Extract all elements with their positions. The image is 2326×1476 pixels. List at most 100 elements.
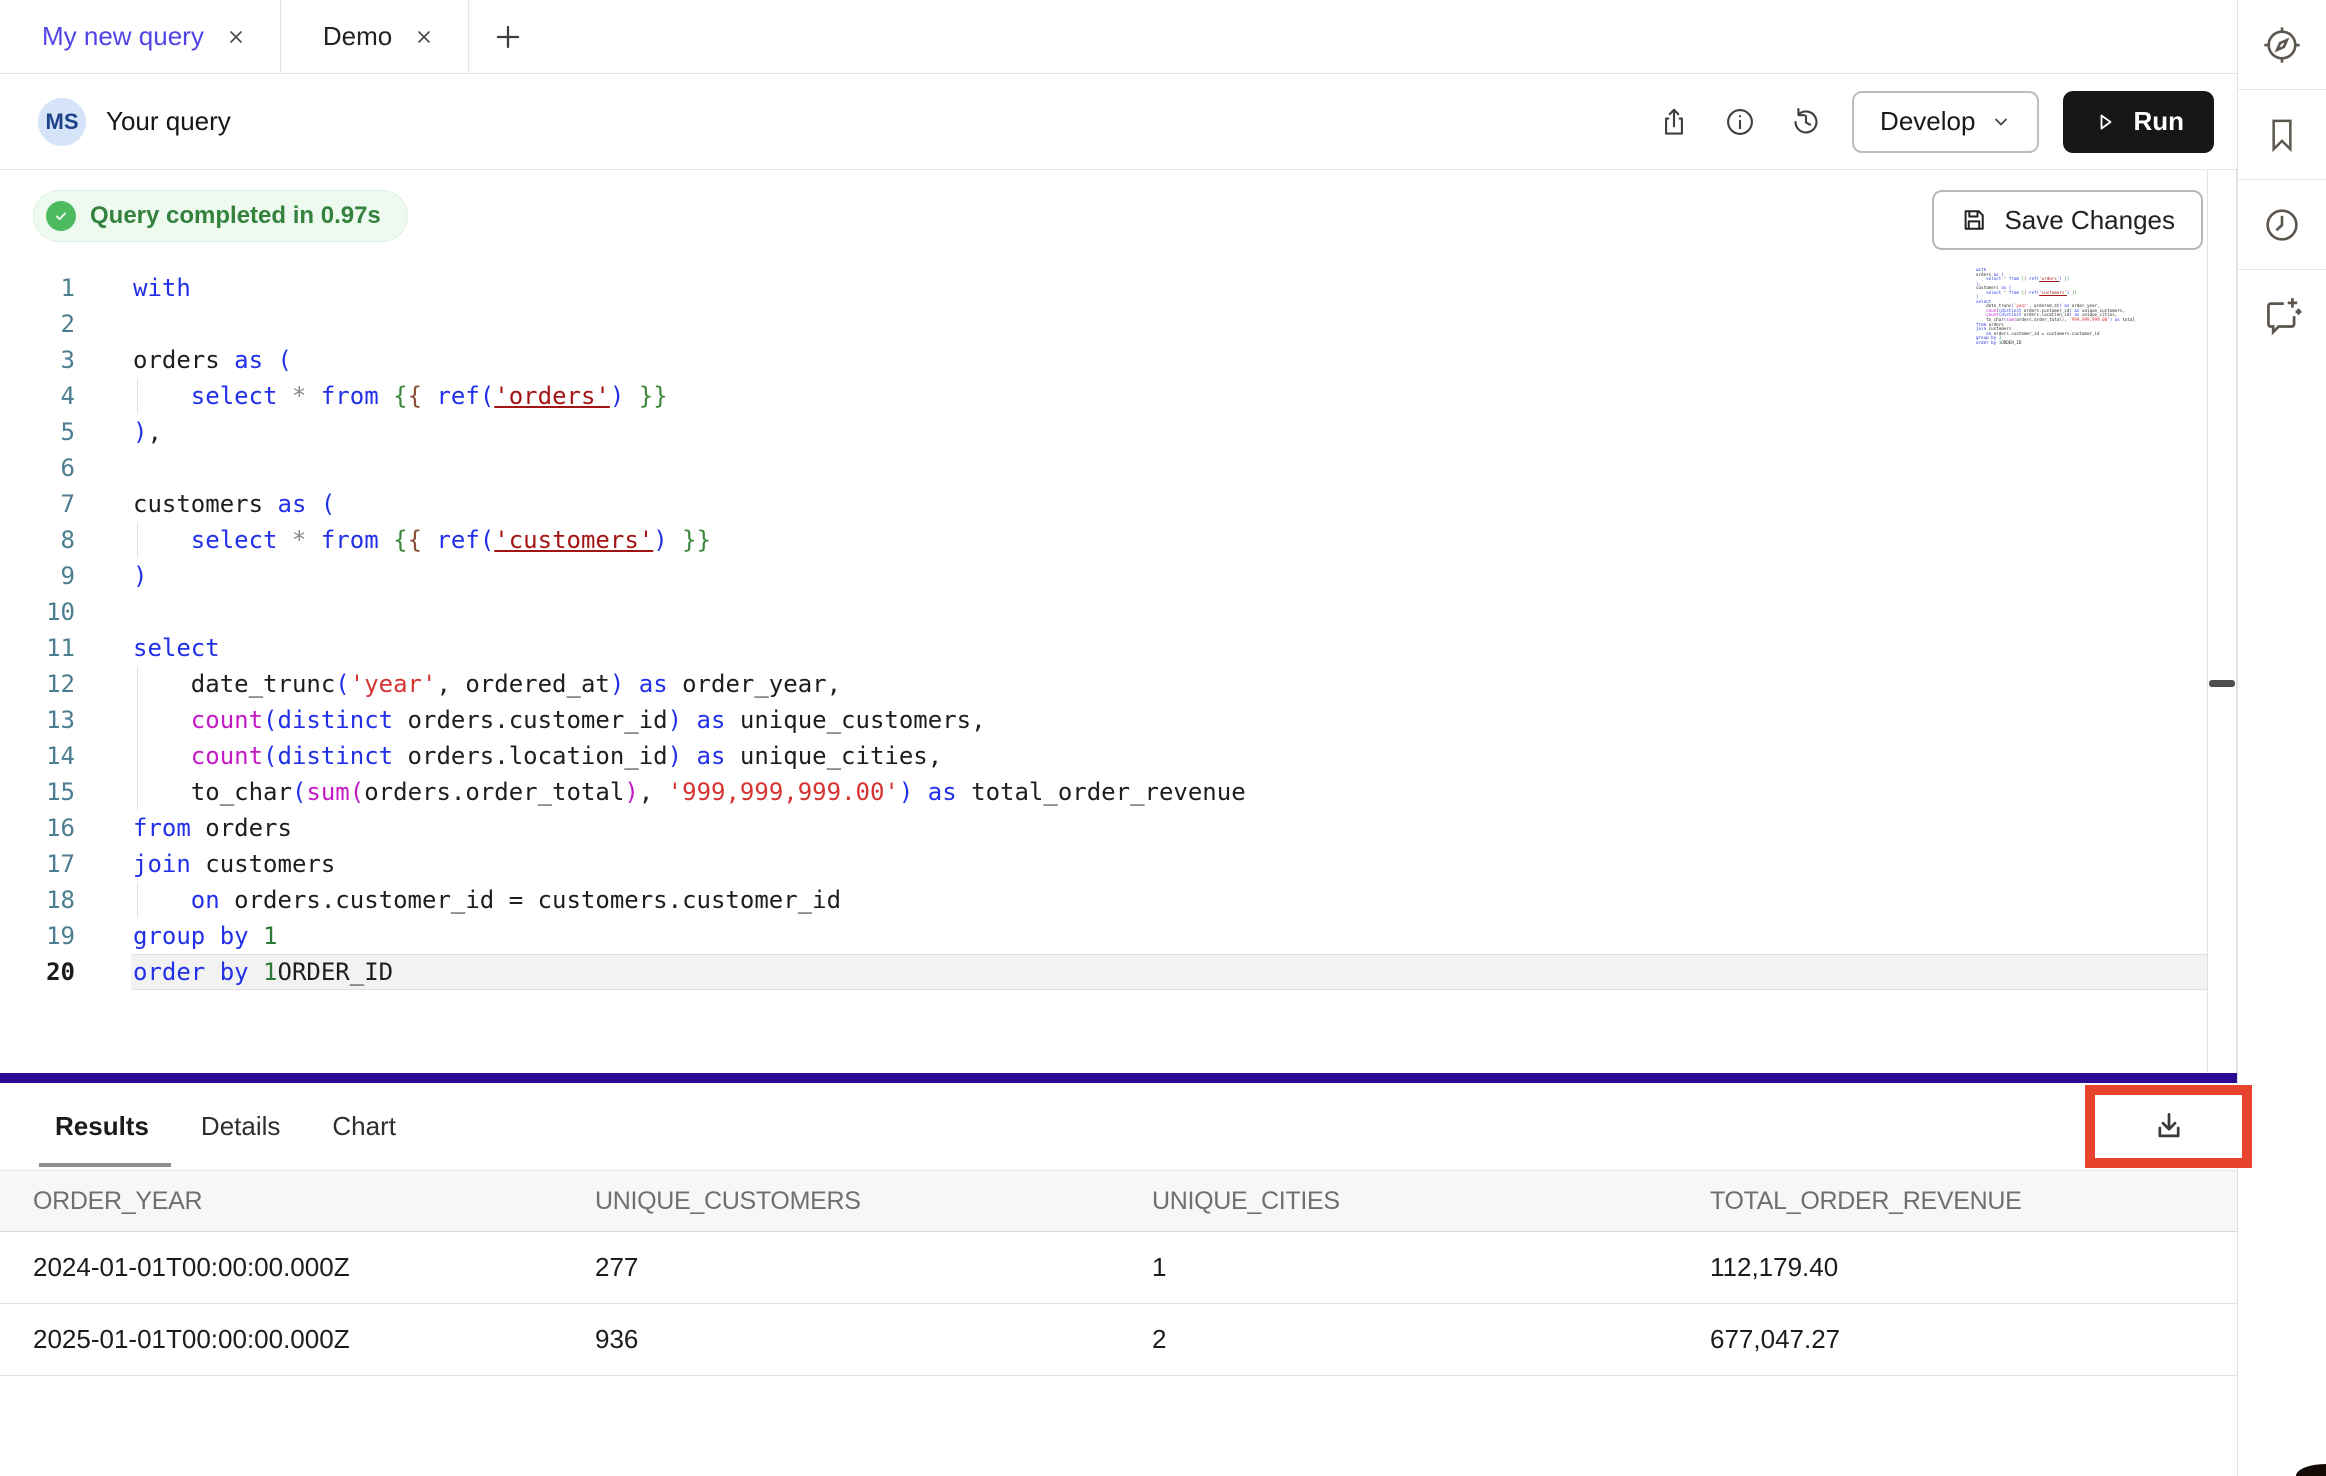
line-number: 5 [15,414,75,450]
code-line-2[interactable] [133,306,2207,342]
line-number: 7 [15,486,75,522]
indent-guide [137,738,138,774]
resize-handle[interactable] [2209,680,2235,687]
code-line-7[interactable]: customers as ( [133,486,2207,522]
code-line-11[interactable]: select [133,630,2207,666]
save-icon [1960,206,1988,234]
code-line-18[interactable]: on orders.customer_id = customers.custom… [133,882,2207,918]
download-icon [2150,1108,2188,1146]
download-results-button[interactable] [2150,1108,2188,1146]
code-line-19[interactable]: group by 1 [133,918,2207,954]
share-button[interactable] [1654,102,1694,142]
app-root: My new queryDemo MS Your query [0,0,2326,1476]
indent-guide [137,702,138,738]
ai-assistant-button[interactable] [2238,270,2326,360]
line-number: 4 [15,378,75,414]
results-tabs: Results Details Chart [0,1083,2237,1170]
code-line-6[interactable] [133,450,2207,486]
share-icon [1657,105,1691,139]
sql-editor[interactable]: Query completed in 0.97s Save Changes 12… [0,170,2207,1073]
code-line-9[interactable]: ) [133,558,2207,594]
indent-guide [137,522,138,558]
column-header: ORDER_YEAR [0,1187,562,1216]
table-cell: 677,047.27 [1677,1324,2237,1355]
query-history-button[interactable] [1786,102,1826,142]
indent-guide [137,774,138,810]
table-cell: 1 [1119,1252,1677,1283]
line-number: 18 [15,882,75,918]
results-tab-details[interactable]: Details [201,1111,280,1142]
right-sidebar [2237,0,2326,1476]
results-tab-chart[interactable]: Chart [332,1111,396,1142]
line-number: 17 [15,846,75,882]
line-number: 6 [15,450,75,486]
query-status-badge: Query completed in 0.97s [33,190,408,242]
editor-tab-demo[interactable]: Demo [281,0,469,73]
chat-sparkles-icon [2260,293,2304,337]
info-icon [1723,105,1757,139]
tab-label: My new query [42,21,204,52]
develop-label: Develop [1880,106,1975,137]
table-cell: 936 [562,1324,1119,1355]
code-line-12[interactable]: date_trunc('year', ordered_at) as order_… [133,666,2207,702]
line-number: 13 [15,702,75,738]
run-button[interactable]: Run [2063,91,2214,153]
tab-close-icon[interactable] [414,27,434,47]
compass-icon [2261,24,2303,66]
editor-tab-my-new-query[interactable]: My new query [0,0,281,73]
indent-guide [137,666,138,702]
table-cell: 112,179.40 [1677,1252,2237,1283]
table-row: 2024-01-01T00:00:00.000Z2771112,179.40 [0,1232,2237,1304]
table-cell: 2024-01-01T00:00:00.000Z [0,1252,562,1283]
line-number: 12 [15,666,75,702]
line-number: 2 [15,306,75,342]
code-line-5[interactable]: ), [133,414,2207,450]
discover-button[interactable] [2238,0,2326,90]
column-header: UNIQUE_CUSTOMERS [562,1187,1119,1216]
chevron-down-icon [1991,112,2011,132]
line-number: 11 [15,630,75,666]
line-number: 3 [15,342,75,378]
results-panel-divider[interactable] [0,1073,2237,1083]
line-number: 14 [15,738,75,774]
history-icon [1789,105,1823,139]
column-header: TOTAL_ORDER_REVENUE [1677,1187,2237,1216]
line-number: 1 [15,270,75,306]
line-number: 16 [15,810,75,846]
bookmark-icon [2262,115,2302,155]
results-panel: Results Details Chart ORDER_YEARUNIQUE_CUS… [0,1083,2237,1476]
line-number: 10 [15,594,75,630]
clock-icon [2261,204,2303,246]
play-icon [2093,110,2117,134]
line-number: 9 [15,558,75,594]
bookmarks-button[interactable] [2238,90,2326,180]
code-line-13[interactable]: count(distinct orders.customer_id) as un… [133,702,2207,738]
code-line-17[interactable]: join customers [133,846,2207,882]
code-line-1[interactable]: with [133,270,2207,306]
query-header: MS Your query Develop Run [0,74,2237,170]
code-area[interactable]: with orders as ( select * from {{ ref('or… [131,270,2207,1073]
history-panel-button[interactable] [2238,180,2326,270]
code-line-14[interactable]: count(distinct orders.location_id) as un… [133,738,2207,774]
line-number: 19 [15,918,75,954]
save-changes-button[interactable]: Save Changes [1932,190,2203,250]
line-number: 15 [15,774,75,810]
tab-close-icon[interactable] [226,27,246,47]
line-number: 20 [15,954,75,990]
info-button[interactable] [1720,102,1760,142]
code-line-16[interactable]: from orders [133,810,2207,846]
results-tab-results[interactable]: Results [55,1111,149,1142]
code-line-20[interactable]: order by 1ORDER_ID [133,954,2207,990]
active-tab-underline [39,1163,171,1167]
code-line-10[interactable] [133,594,2207,630]
status-message: Query completed in 0.97s [90,202,381,230]
code-line-3[interactable]: orders as ( [133,342,2207,378]
new-tab-button[interactable] [493,0,523,73]
code-line-4[interactable]: select * from {{ ref('orders') }} [133,378,2207,414]
develop-dropdown[interactable]: Develop [1852,91,2039,153]
code-line-8[interactable]: select * from {{ ref('customers') }} [133,522,2207,558]
plus-icon [493,22,523,52]
table-row: 2025-01-01T00:00:00.000Z9362677,047.27 [0,1304,2237,1376]
table-cell: 2 [1119,1324,1677,1355]
code-line-15[interactable]: to_char(sum(orders.order_total), '999,99… [133,774,2207,810]
